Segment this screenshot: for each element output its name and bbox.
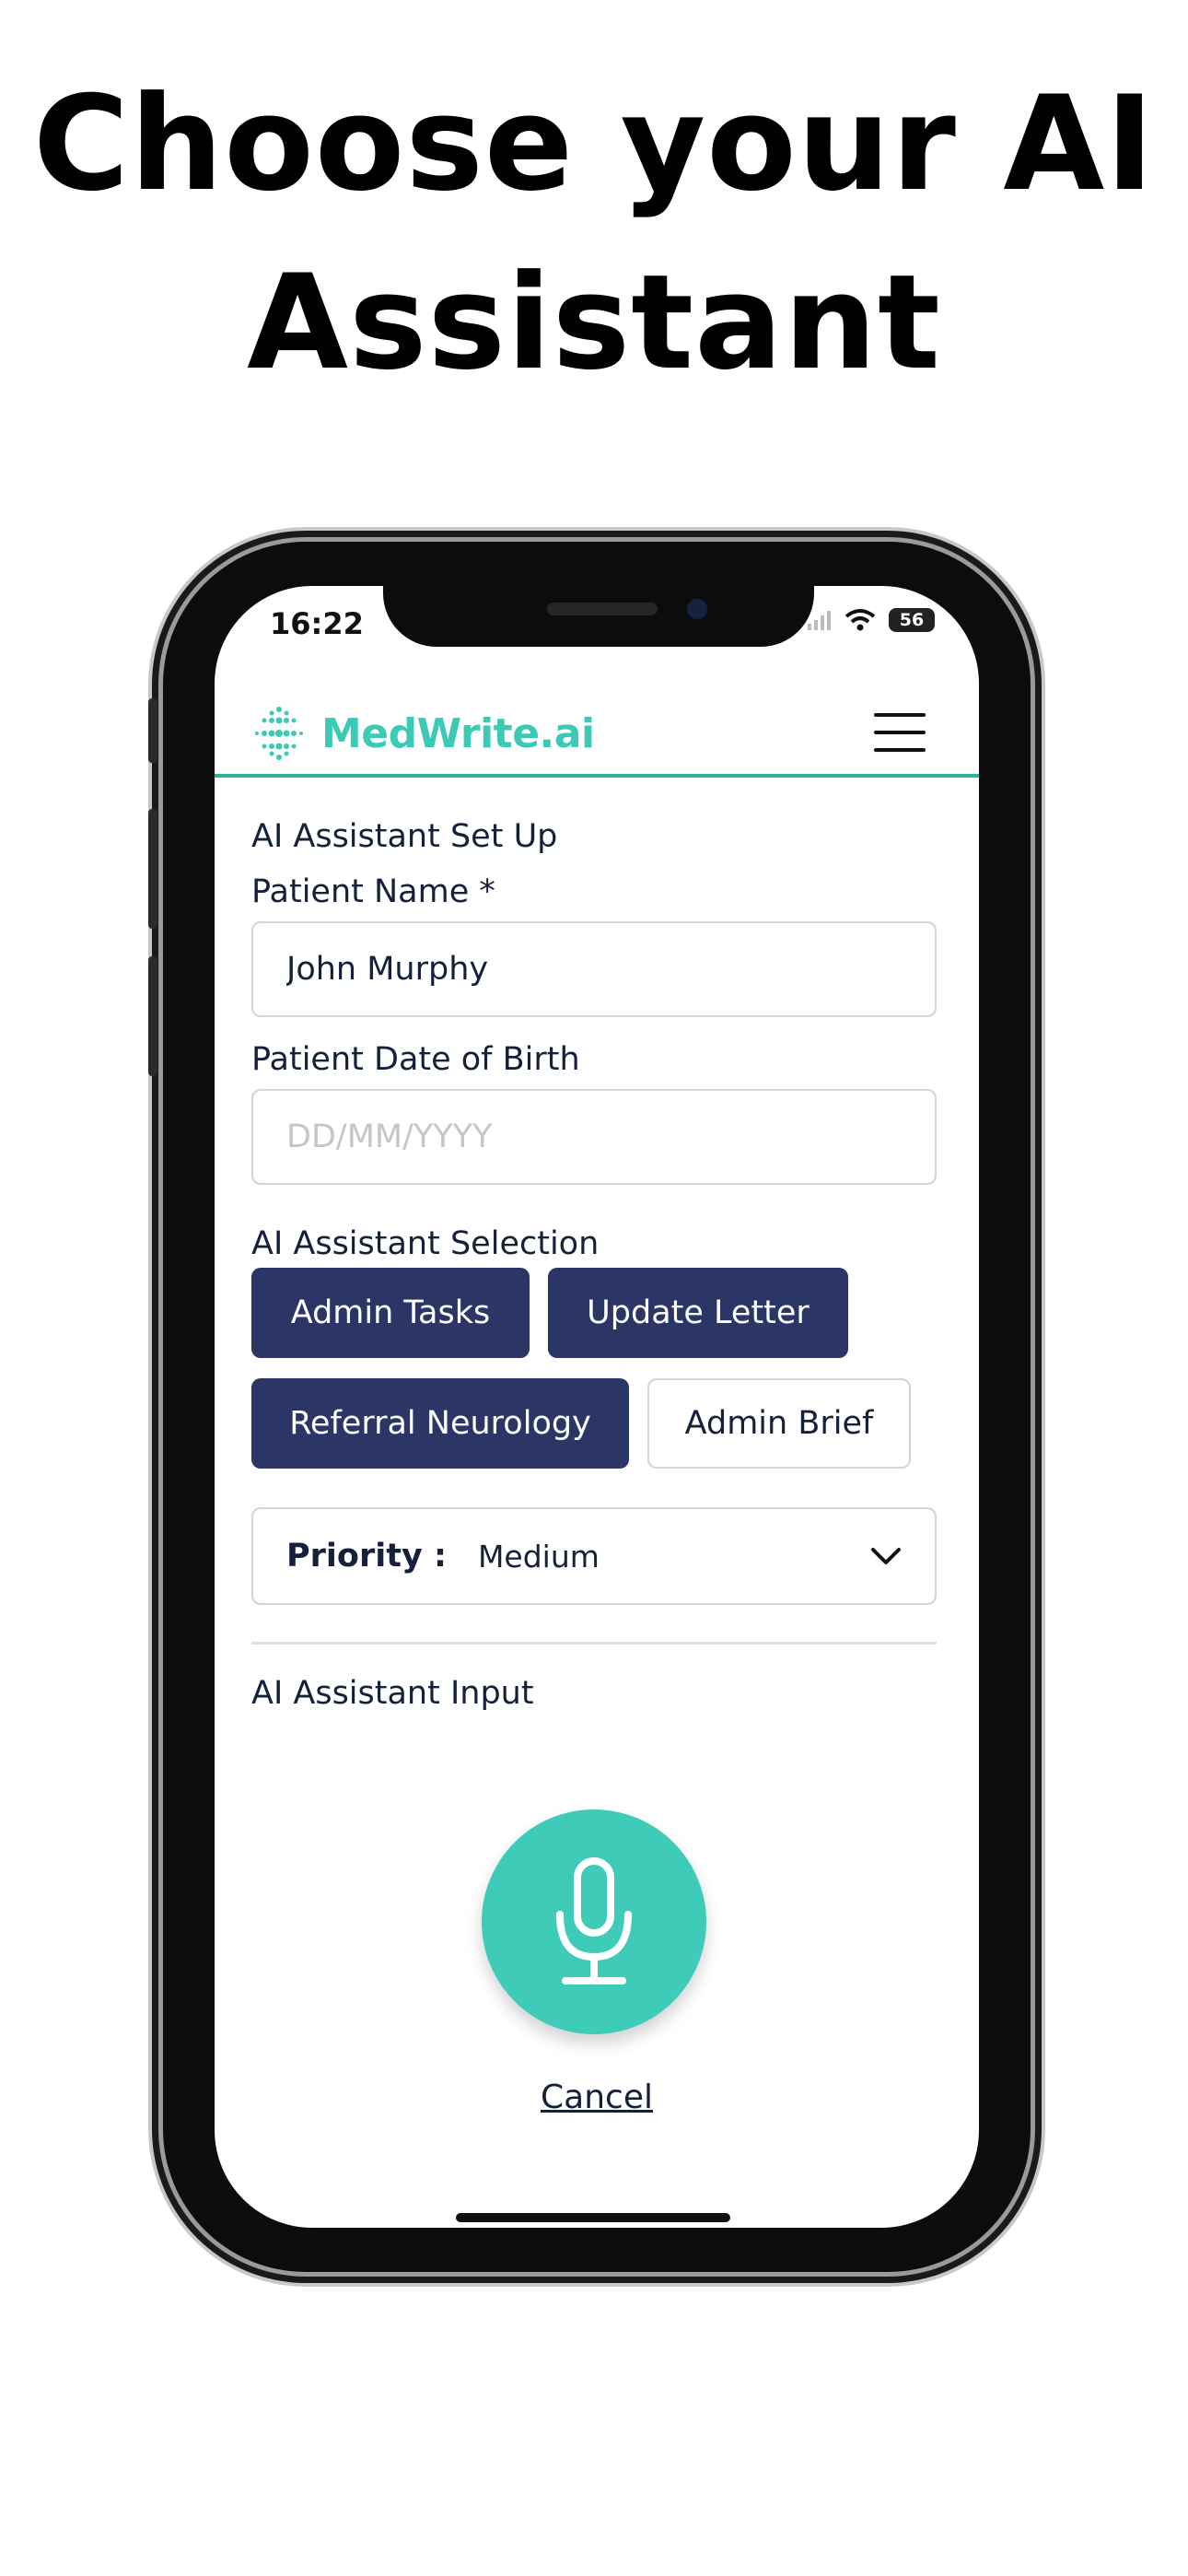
headline-line-1: Choose your AI bbox=[32, 68, 1156, 220]
chevron-down-icon bbox=[871, 1548, 901, 1564]
patient-name-input[interactable] bbox=[251, 921, 937, 1017]
phone-screen: 16:22 56 MedWrite.ai AI Assistant Set Up… bbox=[215, 586, 979, 2228]
brand-name: MedWrite.ai bbox=[321, 709, 595, 757]
signal-icon bbox=[808, 611, 831, 630]
dob-label: Patient Date of Birth bbox=[251, 1041, 580, 1078]
dob-input[interactable] bbox=[251, 1089, 937, 1185]
input-section-title: AI Assistant Input bbox=[251, 1675, 534, 1712]
hamburger-menu-icon[interactable] bbox=[874, 713, 926, 752]
wifi-icon bbox=[844, 609, 876, 631]
headline: Choose your AI Assistant bbox=[0, 55, 1188, 413]
home-indicator bbox=[456, 2213, 730, 2222]
option-admin-tasks[interactable]: Admin Tasks bbox=[251, 1268, 530, 1358]
volume-down-button bbox=[148, 956, 157, 1076]
dot-grid-logo-icon bbox=[255, 707, 303, 760]
microphone-button[interactable] bbox=[482, 1809, 706, 2034]
microphone-icon bbox=[556, 1857, 632, 1985]
headline-line-2: Assistant bbox=[247, 247, 941, 399]
selection-title: AI Assistant Selection bbox=[251, 1225, 600, 1262]
status-time: 16:22 bbox=[270, 606, 364, 641]
option-admin-brief[interactable]: Admin Brief bbox=[647, 1378, 911, 1469]
cancel-link[interactable]: Cancel bbox=[215, 2078, 979, 2116]
setup-section-title: AI Assistant Set Up bbox=[251, 818, 558, 855]
mute-switch bbox=[148, 698, 157, 763]
volume-up-button bbox=[148, 809, 157, 929]
priority-value: Medium bbox=[477, 1538, 600, 1575]
priority-select[interactable]: Priority : Medium bbox=[251, 1507, 937, 1605]
option-update-letter[interactable]: Update Letter bbox=[548, 1268, 848, 1358]
app-header: MedWrite.ai bbox=[215, 678, 979, 778]
phone-frame: 16:22 56 MedWrite.ai AI Assistant Set Up… bbox=[148, 542, 1031, 2272]
brand-logo[interactable]: MedWrite.ai bbox=[251, 706, 595, 761]
patient-name-label: Patient Name * bbox=[251, 873, 495, 910]
front-camera bbox=[687, 599, 707, 619]
speaker bbox=[547, 603, 658, 615]
status-icons: 56 bbox=[808, 606, 935, 634]
priority-label: Priority : bbox=[286, 1538, 447, 1575]
section-divider bbox=[251, 1642, 937, 1645]
notch bbox=[383, 586, 814, 647]
battery-icon: 56 bbox=[889, 608, 935, 632]
option-referral-neurology[interactable]: Referral Neurology bbox=[251, 1378, 629, 1469]
